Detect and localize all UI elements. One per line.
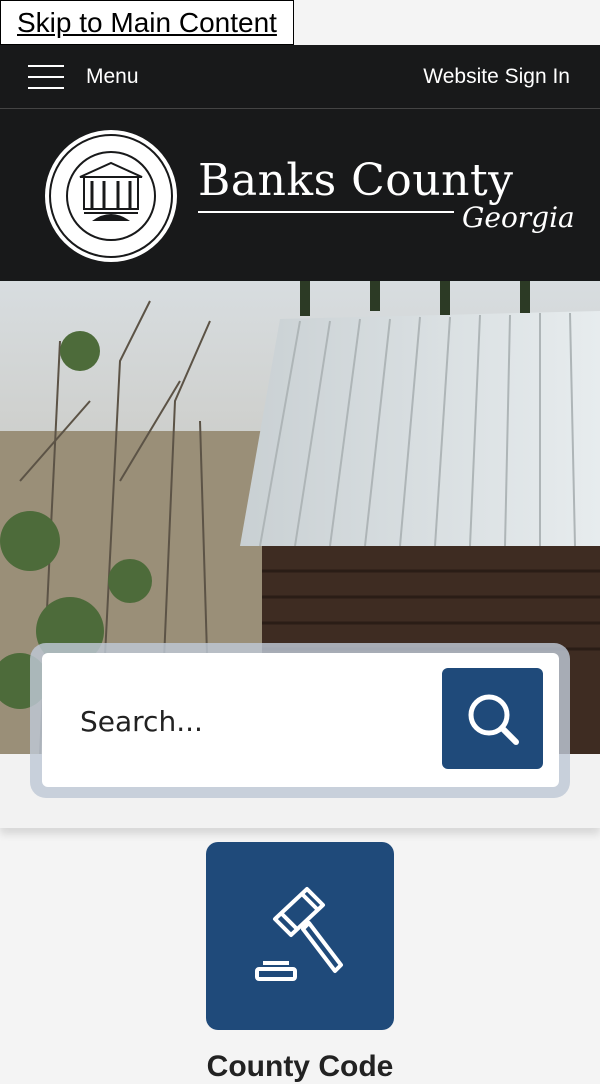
menu-label: Menu xyxy=(86,64,139,88)
state-name: Georgia xyxy=(462,201,575,234)
search-input[interactable] xyxy=(78,697,442,745)
search-panel xyxy=(30,643,570,798)
brand-divider xyxy=(198,211,454,213)
menu-button[interactable]: Menu xyxy=(28,64,139,89)
top-bar: Menu Website Sign In xyxy=(0,45,600,109)
search-box xyxy=(42,653,559,787)
county-name: Banks County xyxy=(198,155,514,206)
quick-link-label: County Code xyxy=(206,1050,394,1083)
search-button[interactable] xyxy=(442,668,543,769)
county-seal-logo[interactable] xyxy=(44,129,178,263)
site-header: Banks County Georgia xyxy=(0,109,600,281)
gavel-icon xyxy=(255,887,343,981)
search-icon xyxy=(468,694,519,745)
skip-to-main-link[interactable]: Skip to Main Content xyxy=(0,0,294,45)
quick-link-county-code[interactable] xyxy=(206,842,394,1030)
hamburger-icon xyxy=(28,64,64,89)
website-sign-in-link[interactable]: Website Sign In xyxy=(423,65,570,89)
